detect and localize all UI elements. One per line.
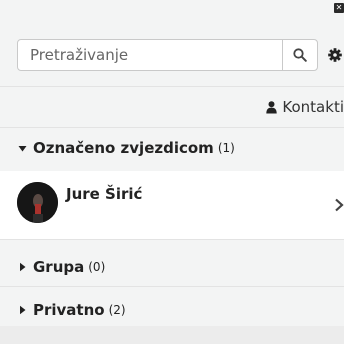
avatar: [17, 182, 58, 223]
search-input[interactable]: [18, 40, 282, 70]
list-footer: [0, 326, 344, 344]
group-count: (2): [108, 303, 126, 317]
group-count: (0): [88, 260, 106, 274]
group-privatno[interactable]: Privatno (2): [18, 299, 344, 321]
contacts-header[interactable]: Kontakti: [266, 96, 344, 118]
divider: [0, 239, 344, 240]
group-label: Označeno zvjezdicom: [33, 139, 214, 157]
close-button[interactable]: ✕: [334, 3, 344, 13]
chevron-right-icon[interactable]: [334, 197, 344, 216]
divider: [0, 127, 344, 128]
divider: [0, 286, 344, 287]
user-icon: [266, 100, 278, 113]
search-icon: [293, 48, 307, 62]
search-box: [17, 39, 283, 71]
group-grupa[interactable]: Grupa (0): [18, 256, 344, 278]
divider: [0, 86, 344, 87]
gear-icon: [328, 48, 342, 62]
caret-right-icon: [18, 262, 27, 272]
group-count: (1): [217, 141, 235, 155]
contact-row[interactable]: Jure Širić: [0, 171, 344, 239]
search-bar: [17, 39, 344, 71]
group-label: Grupa: [33, 258, 85, 276]
caret-right-icon: [18, 305, 27, 315]
search-button[interactable]: [282, 39, 318, 71]
group-starred[interactable]: Označeno zvjezdicom (1): [18, 137, 344, 159]
contacts-label: Kontakti: [282, 98, 344, 116]
settings-button[interactable]: [325, 45, 344, 65]
group-label: Privatno: [33, 301, 105, 319]
contact-name: Jure Širić: [66, 185, 143, 203]
caret-down-icon: [18, 144, 27, 153]
